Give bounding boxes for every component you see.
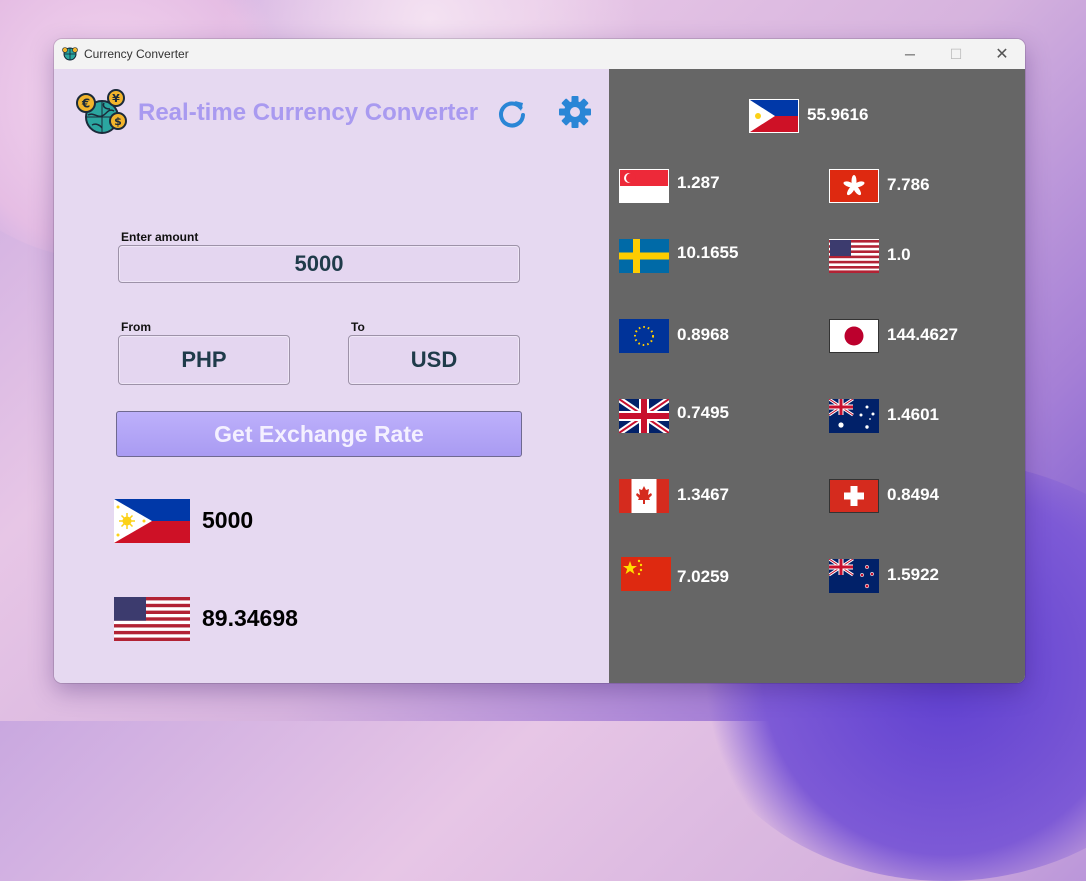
amount-input[interactable]: 5000 [118,245,520,283]
flag-au-icon [829,399,879,433]
to-currency-input[interactable]: USD [348,335,520,385]
rate-value-au: 1.4601 [887,405,939,424]
base-rate-value: 55.9616 [807,105,869,124]
get-exchange-rate-button[interactable]: Get Exchange Rate [116,411,522,457]
flag-ph-icon [114,499,190,543]
rate-value-gb: 0.7495 [677,403,729,422]
flag-nz-icon [829,559,879,593]
flag-sg-icon [619,169,669,203]
flag-se-icon [619,239,669,273]
from-currency-input[interactable]: PHP [118,335,290,385]
rate-value-nz: 1.5922 [887,565,939,584]
flag-hk-icon [829,169,879,203]
rate-value-hk: 7.786 [887,175,930,194]
flag-eu-icon [619,319,669,353]
to-amount-result: 89.34698 [202,605,298,631]
flag-gb-icon [619,399,669,433]
rates-panel: 55.9616 1.287 7.786 10.1655 1.0 0.8968 1… [609,69,1025,683]
flag-ph-icon [749,99,799,133]
rate-value-us: 1.0 [887,245,911,264]
app-heading: Real-time Currency Converter [138,99,479,126]
refresh-icon[interactable] [496,97,528,129]
gear-icon[interactable] [558,95,592,129]
flag-us-icon [829,239,879,273]
window-title: Currency Converter [84,47,189,61]
rate-value-eu: 0.8968 [677,325,729,344]
from-amount-result: 5000 [202,507,254,533]
app-globe-icon [62,47,78,61]
rate-value-jp: 144.4627 [887,325,958,344]
close-button[interactable]: ✕ [979,39,1025,69]
converter-panel: € ¥ $ Real-time Currency Converter Enter… [54,69,609,683]
svg-text:¥: ¥ [112,92,120,105]
svg-text:€: € [81,97,90,111]
flag-jp-icon [829,319,879,353]
maximize-button[interactable]: ☐ [933,39,979,69]
app-window: Currency Converter ─ ☐ ✕ € ¥ $ Real-time… [54,39,1025,683]
rate-value-sg: 1.287 [677,173,720,192]
title-bar: Currency Converter ─ ☐ ✕ [54,39,1025,69]
rate-value-ch: 0.8494 [887,485,939,504]
svg-text:$: $ [114,115,122,128]
currency-globe-icon: € ¥ $ [76,89,127,134]
minimize-button[interactable]: ─ [887,39,933,69]
flag-us-icon [114,597,190,641]
rate-value-se: 10.1655 [677,243,739,262]
from-label: From [121,320,151,334]
to-label: To [351,320,365,334]
flag-ch-icon [829,479,879,513]
flag-ca-icon [619,479,669,513]
amount-label: Enter amount [121,230,199,244]
flag-cn-icon [621,557,671,591]
rate-value-cn: 7.0259 [677,567,729,586]
rate-value-ca: 1.3467 [677,485,729,504]
